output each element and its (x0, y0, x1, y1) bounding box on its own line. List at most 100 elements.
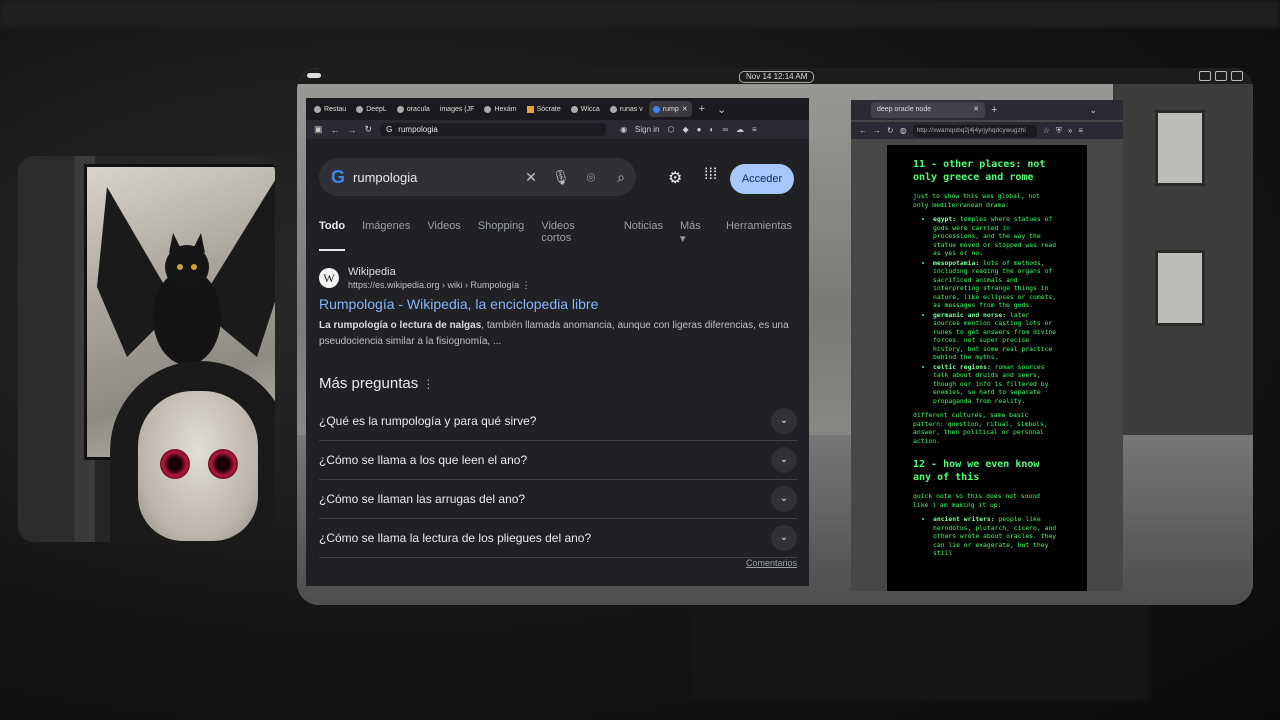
clock[interactable]: Nov 14 12:14 AM (739, 71, 815, 83)
chevron-down-icon[interactable]: ⌄ (771, 407, 797, 434)
mask-eye-right (208, 449, 238, 479)
tab-label: Wicca (580, 105, 600, 113)
tab-herramientas[interactable]: Herramientas (726, 220, 792, 251)
tab-todo[interactable]: Todo (319, 220, 346, 251)
building-window (1155, 110, 1205, 186)
address-bar[interactable]: http://xwamqobq2j4j4yrjyhqdcywugzhi (912, 124, 1037, 137)
lens-icon[interactable]: ⌾ (576, 169, 606, 186)
back-icon[interactable]: ← (331, 125, 340, 135)
back-icon[interactable]: ← (859, 126, 867, 135)
apps-grid-icon[interactable]: ⁞⁞⁞ (704, 166, 717, 184)
list-item: ancient writers: people like herodotus, … (933, 515, 1059, 558)
tab-active[interactable]: deep oracle node ✕ (871, 102, 985, 118)
tab-shopping[interactable]: Shopping (478, 220, 525, 251)
tab[interactable]: Wicca (567, 101, 604, 117)
account-icon[interactable]: ◉ (620, 125, 627, 134)
paragraph: just to show this was global, not only m… (913, 192, 1040, 209)
paragraph: quick note so this does not sound like i… (913, 492, 1040, 509)
item-key: germanic and norse: (933, 310, 1007, 319)
toolbar-extensions: ◉ Sign in ⬡ ◆ ● ◐ ∞ ☁ ≡ (620, 125, 757, 134)
reload-icon[interactable]: ↻ (887, 126, 894, 135)
bullet-list: ancient writers: people like herodotus, … (887, 515, 1059, 558)
tray-icon[interactable] (1199, 71, 1211, 81)
tray-icon[interactable] (1215, 71, 1227, 81)
navigation-bar: ← → ↻ ◍ http://xwamqobq2j4j4yrjyhqdcywug… (851, 122, 1123, 139)
comentarios-link[interactable]: Comentarios (746, 558, 797, 568)
tray-icon[interactable] (1231, 71, 1243, 81)
tab[interactable]: DeepL (352, 101, 391, 117)
result-site-name[interactable]: Wikipedia (348, 266, 396, 278)
tab-mas[interactable]: Más ▾ (680, 220, 709, 251)
more-vert-icon[interactable]: ⋮ (522, 280, 531, 290)
close-tab-icon[interactable]: ✕ (682, 105, 688, 113)
chevron-down-icon[interactable]: ⌄ (712, 103, 731, 116)
faq-question[interactable]: ¿Qué es la rumpología y para qué sirve? ⌄ (319, 401, 797, 441)
search-input[interactable]: rumpologia (353, 170, 516, 185)
new-tab-icon[interactable]: + (991, 104, 997, 116)
chevron-down-icon: ▾ (679, 233, 686, 245)
sidebar-icon[interactable]: ▣ (314, 124, 323, 135)
tab-videos-cortos[interactable]: Videos cortos (541, 220, 607, 251)
browser-window-google: Restau DeepL oracula images (JF Hexám Só… (306, 98, 809, 586)
extension-icon[interactable]: ∞ (722, 125, 728, 134)
faq-question[interactable]: ¿Cómo se llama a los que leen el ano? ⌄ (319, 440, 797, 480)
extension-icon[interactable]: ◐ (710, 125, 715, 134)
activities-button[interactable] (307, 73, 321, 78)
tab-active[interactable]: rump ✕ (648, 101, 692, 117)
new-tab-icon[interactable]: + (694, 103, 710, 115)
question-text: ¿Cómo se llama la lectura de los pliegue… (319, 530, 592, 545)
tab[interactable]: images (JF (436, 101, 479, 117)
building-window (1155, 250, 1205, 326)
chevron-down-icon[interactable]: ⌄ (771, 485, 797, 512)
chevron-down-icon[interactable]: ⌄ (1089, 105, 1097, 116)
item-key: celtic regions: (933, 362, 991, 371)
google-search-icon: G (386, 125, 393, 134)
tab-noticias[interactable]: Noticias (624, 220, 663, 251)
webcam-mask (138, 391, 258, 541)
tab-bar: deep oracle node ✕ + ⌄ (851, 100, 1123, 120)
result-title-link[interactable]: Rumpología - Wikipedia, la enciclopedia … (319, 296, 598, 312)
more-vert-icon[interactable]: ⋮ (422, 377, 434, 391)
result-breadcrumb[interactable]: https://es.wikipedia.org › wiki › Rumpol… (348, 280, 531, 291)
signin-link[interactable]: Sign in (635, 125, 659, 134)
favicon-icon (484, 105, 492, 113)
reload-icon[interactable]: ↻ (365, 124, 373, 135)
page-content: 11 - other places: not only greece and r… (887, 145, 1087, 591)
close-tab-icon[interactable]: ✕ (973, 102, 979, 118)
menu-icon[interactable]: ≡ (752, 125, 757, 134)
menu-icon[interactable]: ≡ (1078, 126, 1083, 135)
overflow-icon[interactable]: » (1068, 126, 1072, 135)
chevron-down-icon[interactable]: ⌄ (771, 524, 797, 551)
tab[interactable]: runas v (606, 101, 647, 117)
chevron-down-icon[interactable]: ⌄ (771, 446, 797, 473)
extension-icon[interactable]: ● (697, 125, 702, 134)
extension-icon[interactable]: ◆ (683, 125, 689, 134)
tab-bar: Restau DeepL oracula images (JF Hexám Só… (306, 98, 809, 120)
forward-icon[interactable]: → (873, 126, 881, 135)
star-icon[interactable]: ☆ (1043, 126, 1050, 135)
google-search-box[interactable]: G rumpologia ✕ 🎙 ⌾ ⌕ (319, 158, 636, 196)
faq-question[interactable]: ¿Cómo se llama la lectura de los pliegue… (319, 518, 797, 558)
clear-icon[interactable]: ✕ (516, 169, 546, 186)
shield-icon[interactable]: ⛨ (1056, 126, 1062, 136)
tab-videos[interactable]: Videos (427, 220, 460, 251)
signin-button[interactable]: Acceder (730, 164, 794, 194)
microphone-icon[interactable]: 🎙 (546, 169, 576, 186)
faq-question[interactable]: ¿Cómo se llaman las arrugas del ano? ⌄ (319, 479, 797, 519)
extension-icon[interactable]: ⬡ (668, 125, 675, 134)
tab[interactable]: oracula (393, 101, 434, 117)
system-tray[interactable] (1199, 71, 1243, 81)
gear-icon[interactable]: ⚙ (668, 168, 682, 188)
extension-icon[interactable]: ☁ (736, 125, 744, 134)
address-bar[interactable]: G rumpologia (380, 123, 607, 136)
forward-icon[interactable]: → (348, 125, 357, 135)
onion-icon[interactable]: ◍ (900, 126, 907, 135)
list-item: germanic and norse: later sources mentio… (933, 311, 1059, 362)
tab[interactable]: Hexám (480, 101, 520, 117)
tab-imagenes[interactable]: Imágenes (362, 220, 410, 251)
list-item: egypt: temples where statues of gods wer… (933, 215, 1059, 258)
favicon-icon (526, 105, 534, 113)
tab[interactable]: Restau (310, 101, 350, 117)
tab[interactable]: Sócrate (523, 101, 565, 117)
search-icon[interactable]: ⌕ (606, 169, 636, 186)
